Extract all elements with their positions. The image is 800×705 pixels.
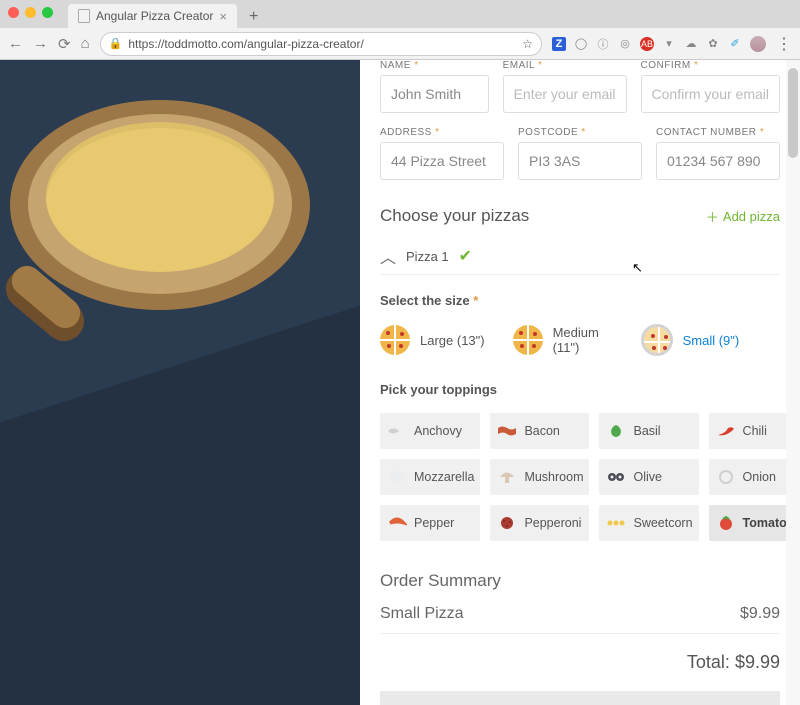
place-order-button[interactable]: Place order — [380, 691, 780, 705]
topping-basil[interactable]: Basil — [599, 413, 698, 449]
mozzarella-icon — [386, 469, 408, 485]
address-bar[interactable]: 🔒 https://toddmotto.com/angular-pizza-cr… — [100, 32, 542, 56]
postcode-input[interactable]: PI3 3AS — [518, 142, 642, 180]
confirm-input[interactable]: Confirm your email — [641, 75, 780, 113]
ext-circle-icon[interactable]: ◯ — [574, 37, 588, 51]
confirm-label: CONFIRM — [641, 60, 691, 71]
ext-z-icon[interactable]: Z — [552, 37, 566, 51]
lock-icon: 🔒 — [109, 37, 123, 50]
pepper-icon — [386, 515, 408, 531]
chevron-up-icon: ︿ — [380, 244, 396, 268]
pizza-large-icon — [380, 325, 410, 355]
topping-pepper[interactable]: Pepper — [380, 505, 480, 541]
mouse-cursor-icon: ↖ — [632, 260, 643, 276]
topping-anchovy[interactable]: Anchovy — [380, 413, 480, 449]
topping-olive[interactable]: Olive — [599, 459, 698, 495]
topping-mozzarella[interactable]: Mozzarella — [380, 459, 480, 495]
toppings-heading: Pick your toppings — [380, 382, 497, 397]
name-input[interactable]: John Smith — [380, 75, 489, 113]
add-pizza-button[interactable]: ＋ Add pizza — [706, 207, 780, 226]
url-text: https://toddmotto.com/angular-pizza-crea… — [128, 37, 363, 51]
order-line-desc: Small Pizza — [380, 605, 464, 623]
pizza-name: Pizza 1 — [406, 249, 449, 264]
scrollbar[interactable] — [786, 60, 800, 705]
order-line-price: $9.99 — [740, 605, 780, 623]
anchovy-icon — [386, 423, 408, 439]
ext-flower-icon[interactable]: ✿ — [706, 37, 720, 51]
topping-bacon[interactable]: Bacon — [490, 413, 589, 449]
menu-dots-icon[interactable]: ⋮ — [776, 34, 792, 54]
pepperoni-icon — [496, 515, 518, 531]
postcode-label: POSTCODE — [518, 127, 578, 138]
home-icon[interactable]: ⌂ — [81, 35, 90, 52]
pizza-small-icon — [641, 324, 673, 356]
mushroom-icon — [496, 469, 518, 485]
sweetcorn-icon — [605, 515, 627, 531]
order-total: Total: $9.99 — [380, 652, 780, 673]
plus-icon: ＋ — [706, 207, 719, 226]
extensions: Z ◯ ⓘ ◎ AB ▾ ☁ ✿ ✐ — [552, 36, 766, 52]
new-tab-button[interactable]: + — [243, 6, 264, 28]
profile-avatar-icon[interactable] — [750, 36, 766, 52]
address-label: ADDRESS — [380, 127, 432, 138]
basil-icon — [605, 423, 627, 439]
order-summary-heading: Order Summary — [380, 571, 780, 591]
size-option-large[interactable]: Large (13") — [380, 324, 485, 356]
choose-pizzas-heading: Choose your pizzas — [380, 206, 529, 226]
ext-target-icon[interactable]: ◎ — [618, 37, 632, 51]
chili-icon — [715, 423, 737, 439]
name-label: NAME — [380, 60, 411, 71]
ext-feather-icon[interactable]: ✐ — [728, 37, 742, 51]
star-icon[interactable]: ☆ — [522, 37, 533, 51]
topping-onion[interactable]: Onion — [709, 459, 793, 495]
email-input[interactable]: Enter your email — [503, 75, 627, 113]
address-input[interactable]: 44 Pizza Street — [380, 142, 504, 180]
onion-icon — [715, 469, 737, 485]
tab-title: Angular Pizza Creator — [96, 9, 213, 23]
topping-mushroom[interactable]: Mushroom — [490, 459, 589, 495]
ext-cloud-icon[interactable]: ☁ — [684, 37, 698, 51]
browser-tab[interactable]: Angular Pizza Creator × — [68, 4, 237, 28]
maximize-window-icon[interactable] — [42, 7, 53, 18]
scrollbar-thumb[interactable] — [788, 68, 798, 158]
pizza-accordion-header[interactable]: ︿ Pizza 1 ✔ — [380, 244, 780, 275]
order-line: Small Pizza $9.99 — [380, 605, 780, 634]
topping-pepperoni[interactable]: Pepperoni — [490, 505, 589, 541]
contact-label: CONTACT NUMBER — [656, 127, 757, 138]
size-option-small[interactable]: Small (9") — [641, 324, 740, 356]
forward-icon[interactable]: → — [33, 35, 48, 52]
ext-adblock-icon[interactable]: AB — [640, 37, 654, 51]
topping-tomato[interactable]: Tomato — [709, 505, 793, 541]
pizza-medium-icon — [513, 325, 543, 355]
pizza-board-illustration — [10, 100, 310, 310]
ext-info-icon[interactable]: ⓘ — [596, 37, 610, 51]
topping-sweetcorn[interactable]: Sweetcorn — [599, 505, 698, 541]
check-icon: ✔ — [459, 246, 472, 266]
reload-icon[interactable]: ⟳ — [58, 35, 71, 53]
minimize-window-icon[interactable] — [25, 7, 36, 18]
tomato-icon — [715, 515, 737, 531]
pizza-preview-panel — [0, 60, 360, 705]
page-icon — [78, 9, 90, 23]
size-option-medium[interactable]: Medium (11") — [513, 324, 613, 356]
olive-icon — [605, 469, 627, 485]
close-window-icon[interactable] — [8, 7, 19, 18]
select-size-heading: Select the size — [380, 293, 470, 308]
contact-input[interactable]: 01234 567 890 — [656, 142, 780, 180]
ext-v-icon[interactable]: ▾ — [662, 37, 676, 51]
close-tab-icon[interactable]: × — [219, 9, 227, 24]
topping-chili[interactable]: Chili — [709, 413, 793, 449]
email-label: EMAIL — [503, 60, 535, 71]
window-controls[interactable] — [8, 7, 53, 18]
back-icon[interactable]: ← — [8, 35, 23, 52]
bacon-icon — [496, 423, 518, 439]
